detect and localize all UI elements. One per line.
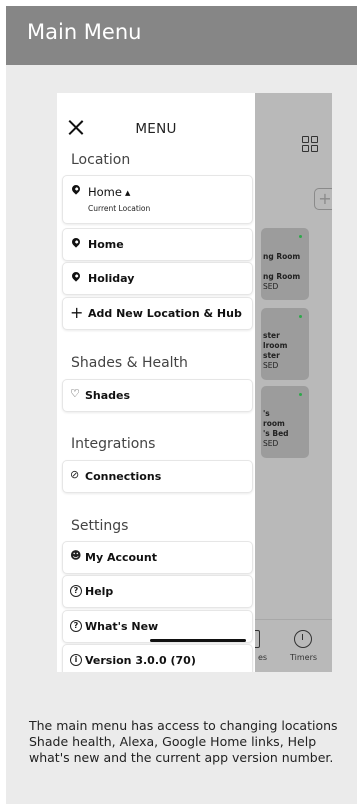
shield-heart-icon: ♡ — [70, 387, 80, 400]
location-item-label: Home — [88, 238, 124, 251]
location-item-label: Holiday — [88, 272, 135, 285]
background-room-card: ng Room ng Room SED — [261, 228, 309, 300]
caption-text: The main menu has access to changing loc… — [29, 718, 338, 765]
current-location-sublabel: Current Location — [88, 204, 151, 213]
menu-item-help[interactable]: ? Help — [62, 575, 253, 608]
card-line: SED — [263, 439, 279, 448]
section-title-integrations: Integrations — [71, 436, 156, 452]
card-line: 's Bed — [263, 429, 289, 438]
add-location-button[interactable]: + Add New Location & Hub — [62, 297, 253, 330]
timer-icon — [294, 630, 312, 648]
section-title-location: Location — [71, 152, 131, 168]
background-app-overlay[interactable]: + ng Room ng Room SED ster lroom ster SE… — [253, 93, 332, 672]
status-dot — [299, 393, 302, 396]
location-pin-icon — [70, 270, 82, 282]
menu-title: MENU — [135, 121, 177, 137]
question-circle-icon: ? — [70, 620, 82, 632]
menu-item-label: Help — [85, 585, 114, 598]
plug-icon: ⊘ — [70, 468, 80, 481]
caret-up-icon: ▲ — [124, 189, 131, 197]
card-line: ng Room — [263, 272, 301, 281]
location-pin-icon — [70, 183, 82, 195]
menu-item-my-account[interactable]: ☻ My Account — [62, 541, 253, 574]
section-title-settings: Settings — [71, 518, 129, 534]
current-location-label: Home ▲ — [88, 185, 130, 199]
menu-item-label: What's New — [85, 620, 159, 633]
menu-item-shades[interactable]: ♡ Shades — [62, 379, 253, 412]
tab-label-partial: es — [258, 653, 268, 662]
status-dot — [299, 315, 302, 318]
card-line: SED — [263, 361, 279, 370]
menu-header: MENU — [57, 93, 255, 153]
current-location-selector[interactable]: Home ▲ Current Location — [62, 175, 253, 224]
status-dot — [299, 235, 302, 238]
add-location-label: Add New Location & Hub — [88, 307, 242, 320]
card-line: SED — [263, 282, 279, 291]
phone-screenshot: + ng Room ng Room SED ster lroom ster SE… — [57, 93, 332, 672]
menu-item-label: Shades — [85, 389, 131, 402]
location-item-holiday[interactable]: Holiday — [62, 262, 253, 295]
menu-item-label: Version 3.0.0 (70) — [85, 654, 196, 667]
help-icon: ? — [70, 585, 82, 597]
menu-item-version[interactable]: i Version 3.0.0 (70) — [62, 644, 253, 672]
tab-bar: es Timers — [253, 619, 332, 672]
section-title-shades-health: Shades & Health — [71, 355, 188, 371]
card-line: ster — [263, 331, 280, 340]
card-line: lroom — [263, 341, 288, 350]
menu-item-label: My Account — [85, 551, 157, 564]
menu-item-connections[interactable]: ⊘ Connections — [62, 460, 253, 493]
tutorial-card: Main Menu + ng Room ng Room SED ster lro… — [6, 6, 357, 804]
side-menu-drawer: Location Home ▲ Current Location Home Hol… — [57, 93, 255, 672]
tab-timers[interactable]: Timers — [290, 653, 317, 662]
card-line: ng Room — [263, 252, 301, 261]
location-pin-icon — [70, 236, 82, 248]
plus-icon: + — [70, 303, 84, 322]
info-icon: i — [70, 654, 82, 666]
card-header: Main Menu — [6, 6, 357, 65]
grid-view-icon — [302, 136, 318, 152]
location-item-home[interactable]: Home — [62, 228, 253, 261]
card-line: room — [263, 419, 285, 428]
menu-item-label: Connections — [85, 470, 162, 483]
user-icon: ☻ — [70, 549, 82, 562]
page-title: Main Menu — [27, 20, 142, 44]
background-room-card: ster lroom ster SED — [261, 308, 309, 380]
add-room-button: + — [314, 188, 332, 210]
home-indicator — [150, 639, 246, 642]
current-location-name: Home — [88, 185, 122, 199]
card-line: 's — [263, 409, 270, 418]
background-room-card: 's room 's Bed SED — [261, 386, 309, 458]
card-line: ster — [263, 351, 280, 360]
